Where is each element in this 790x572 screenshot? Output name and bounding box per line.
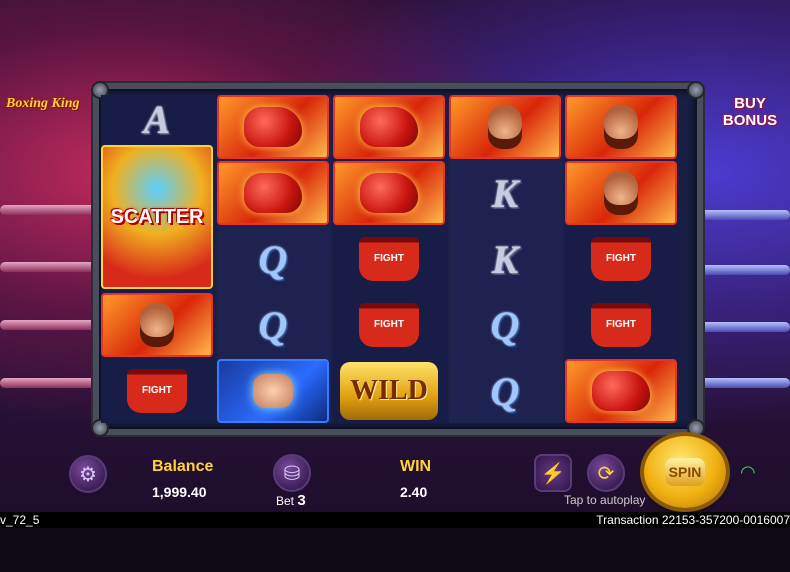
symbol-wild: WILD	[333, 359, 445, 423]
symbol-letter: Q	[449, 359, 561, 423]
symbol-fist	[217, 359, 329, 423]
game-logo: Boxing King	[6, 96, 80, 111]
status-footer: v_72_5 Transaction 22153-357200-0016007	[0, 512, 790, 528]
shorts-text: FIGHT	[374, 319, 404, 330]
gear-icon: ⚙	[79, 463, 97, 486]
win-value: 2.40	[400, 484, 428, 500]
symbol-boxer	[101, 293, 213, 357]
bottom-backdrop	[0, 528, 790, 572]
boxing-glove-icon	[592, 371, 650, 411]
boxer-face-icon	[604, 171, 638, 215]
shorts-text: FIGHT	[374, 253, 404, 264]
boxer-face-icon	[604, 105, 638, 149]
buy-bonus-line1: BUY	[734, 95, 766, 112]
symbol-glove	[565, 359, 677, 423]
symbol-shorts: FIGHT	[333, 293, 445, 357]
buy-bonus-line2: BONUS	[722, 112, 778, 129]
bet-button[interactable]: ⛁	[273, 454, 311, 492]
symbol-shorts: FIGHT	[101, 359, 213, 423]
autoplay-icon: ⟳	[597, 462, 615, 485]
symbol-shorts: FIGHT	[565, 227, 677, 291]
symbol-shorts: FIGHT	[565, 293, 677, 357]
symbol-glove	[333, 161, 445, 225]
turbo-button[interactable]: ⚡	[534, 454, 572, 492]
symbol-letter: K	[449, 227, 561, 291]
balance-label: Balance	[152, 458, 214, 475]
bet-value: 3	[297, 492, 306, 509]
win-label: WIN	[400, 458, 432, 475]
wifi-icon: ◠	[740, 462, 756, 482]
symbol-boxer	[449, 95, 561, 159]
symbol-letter: Q	[217, 293, 329, 357]
bet-display: Bet 3	[276, 492, 306, 509]
boxing-shorts-icon: FIGHT	[591, 303, 651, 347]
reel-column: FIGHT FIGHT WILD	[333, 95, 447, 423]
autoplay-button[interactable]: ⟳	[587, 454, 625, 492]
version-label: v_72_5	[0, 513, 40, 527]
balance-value: 1,999.40	[152, 484, 207, 500]
symbol-letter-text: K	[491, 170, 519, 216]
boxing-shorts-icon: FIGHT	[359, 237, 419, 281]
boxing-glove-icon	[244, 173, 302, 213]
reel-frame: A SCATTER FIGHT Q Q FIGHT FIGHT WILD K K Q Q FIGHT FI…	[91, 81, 705, 437]
reel-column: A SCATTER FIGHT	[101, 95, 215, 423]
symbol-letter-text: Q	[490, 302, 520, 348]
symbol-letter-text: Q	[490, 368, 520, 414]
symbol-letter: Q	[449, 293, 561, 357]
reel-column: FIGHT FIGHT	[565, 95, 679, 423]
reel-column: QQ	[217, 95, 331, 423]
symbol-letter-text: A	[143, 96, 171, 142]
wild-belt-text: WILD	[340, 362, 438, 420]
symbol-letter: Q	[217, 227, 329, 291]
symbol-glove	[333, 95, 445, 159]
symbol-letter-text: Q	[258, 236, 288, 282]
punching-fist-icon	[253, 374, 293, 408]
boxing-glove-icon	[360, 173, 418, 213]
frame-bolt	[687, 81, 705, 99]
boxer-face-icon	[488, 105, 522, 149]
settings-button[interactable]: ⚙	[69, 455, 107, 493]
shorts-text: FIGHT	[606, 253, 636, 264]
boxer-face-icon	[140, 303, 174, 347]
shorts-text: FIGHT	[606, 319, 636, 330]
symbol-glove	[217, 161, 329, 225]
symbol-letter: K	[449, 161, 561, 225]
symbol-letter: A	[101, 95, 213, 143]
symbol-letter-text: K	[491, 236, 519, 282]
symbol-glove	[217, 95, 329, 159]
coin-stack-icon: ⛁	[283, 462, 301, 485]
frame-bolt	[687, 419, 705, 437]
transaction-label: Transaction 22153-357200-0016007	[596, 513, 790, 527]
symbol-boxer	[565, 161, 677, 225]
spin-button[interactable]: SPIN	[644, 436, 726, 508]
shorts-text: FIGHT	[142, 385, 172, 396]
boxing-shorts-icon: FIGHT	[127, 369, 187, 413]
boxing-glove-icon	[360, 107, 418, 147]
reel-column: KKQQ	[449, 95, 563, 423]
symbol-letter-text: Q	[258, 302, 288, 348]
scatter-text: SCATTER	[110, 205, 204, 228]
symbol-shorts: FIGHT	[333, 227, 445, 291]
boxing-shorts-icon: FIGHT	[591, 237, 651, 281]
symbol-boxer	[565, 95, 677, 159]
autoplay-hint: Tap to autoplay	[564, 493, 646, 507]
boxing-shorts-icon: FIGHT	[359, 303, 419, 347]
lightning-icon: ⚡	[540, 462, 566, 485]
bet-label: Bet	[276, 494, 295, 508]
boxing-glove-icon	[244, 107, 302, 147]
symbol-scatter: SCATTER	[101, 145, 213, 289]
buy-bonus-button[interactable]: BUY BONUS	[718, 90, 782, 134]
spin-label: SPIN	[665, 458, 705, 486]
